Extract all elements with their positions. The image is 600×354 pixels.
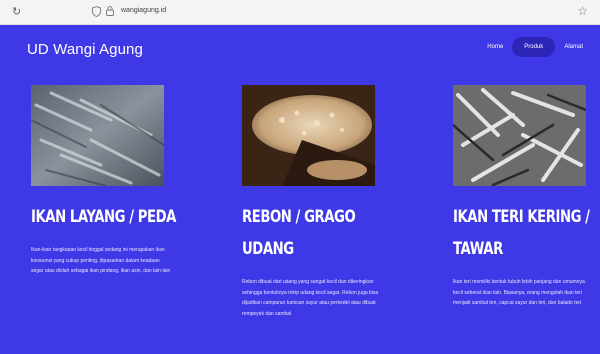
product-name: REBON / GRAGO UDANG [242, 207, 356, 259]
browser-toolbar: ↻ wangiagung.id ☆ [0, 0, 600, 25]
lock-icon[interactable] [106, 6, 114, 16]
dried-anchovy-image [453, 85, 586, 186]
nav-item-produk[interactable]: Produk [512, 37, 556, 57]
site-title[interactable]: UD Wangi Agung [27, 41, 143, 58]
product-card: IKAN TERI KERING / TAWAR Ikan teri memil… [453, 85, 600, 309]
dried-scad-fish-image [31, 85, 164, 186]
nav-item-home[interactable]: Home [478, 37, 512, 57]
reload-icon[interactable]: ↻ [12, 5, 21, 18]
star-icon[interactable]: ☆ [577, 4, 588, 18]
shield-icon[interactable] [92, 6, 101, 17]
product-name: IKAN TERI KERING / TAWAR [453, 207, 590, 259]
product-name: IKAN LAYANG / PEDA [31, 207, 176, 227]
rebon-shrimp-image [242, 85, 375, 186]
product-description: Ikan-ikan tangkapan kecil tinggal sedang… [31, 247, 171, 274]
product-card: REBON / GRAGO UDANG Rebon dibuat dari ud… [242, 85, 392, 319]
product-description: Ikan teri memiliki bentuk tubuh lebih pa… [453, 279, 585, 306]
url-field[interactable]: wangiagung.id [121, 7, 166, 14]
product-card: IKAN LAYANG / PEDA Ikan-ikan tangkapan k… [31, 85, 181, 277]
nav-item-alamat[interactable]: Alamat [555, 37, 592, 57]
main-nav: Home Produk Alamat [478, 37, 592, 57]
product-description: Rebon dibuat dari udang yang sangat keci… [242, 279, 379, 317]
